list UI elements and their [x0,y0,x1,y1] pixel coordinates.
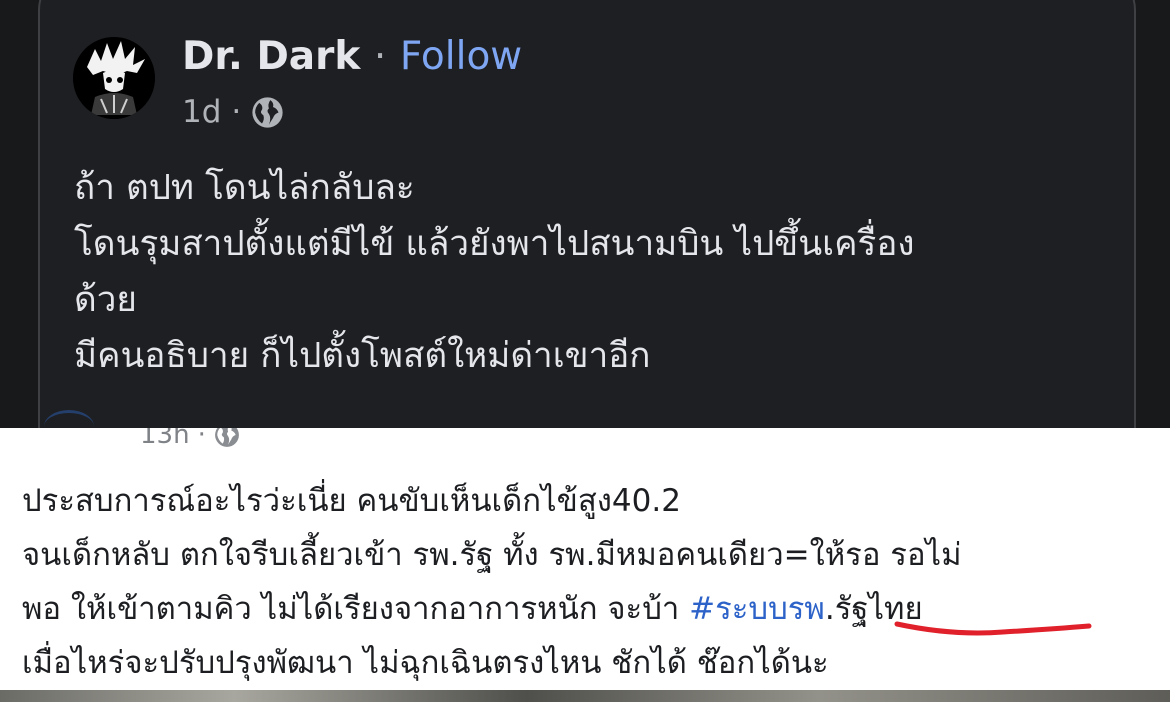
follow-button[interactable]: Follow [400,34,522,79]
post-meta: 1d · [182,92,284,132]
shared-post-screenshot: 13h · ประสบการณ์อะไรว่ะเนี่ย คนขับเห็นเด… [0,428,1170,702]
avatar-character-icon [73,37,155,119]
header-separator: · [373,34,387,79]
post-time[interactable]: 1d [182,92,221,132]
embedded-post-screenshot: Dr. Dark · Follow 1d · ถ้า ตปท โดนไล่กลั… [0,0,1170,428]
shared-line-3: พอ ให้เข้าตามคิว ไม่ได้เรียงจากอาการหนัก… [22,582,962,636]
post-line-2: โดนรุมสาปตั้งแต่มีไข้ แล้วยังพาไปสนามบิน… [74,224,915,264]
globe-icon[interactable] [251,96,284,129]
post-header: Dr. Dark · Follow [182,30,522,84]
shared-meta-separator: · [197,428,206,450]
image-strip-partial [0,690,1170,702]
post-line-4: มีคนอธิบาย ก็ไปตั้งโพสต์ใหม่ด่าเขาอีก [74,336,651,376]
post-body: ถ้า ตปท โดนไล่กลับละ โดนรุมสาปตั้งแต่มีไ… [74,160,914,384]
shared-post-meta: 13h · [140,428,240,450]
meta-separator: · [231,94,242,130]
shared-line-4: เมื่อไหร่จะปรับปรุงพัฒนา ไม่ฉุกเฉินตรงไห… [22,645,829,681]
post-line-3: ด้วย [74,280,137,320]
shared-line-3-text: พอ ให้เข้าตามคิว ไม่ได้เรียงจากอาการหนัก… [22,591,690,627]
hashtag-link[interactable]: #ระบบรพ [689,591,825,627]
post-line-1: ถ้า ตปท โดนไล่กลับละ [74,168,415,208]
shared-line-1: ประสบการณ์อะไรว่ะเนี่ย คนขับเห็นเด็กไข้ส… [22,483,681,519]
shared-post-body: ประสบการณ์อะไรว่ะเนี่ย คนขับเห็นเด็กไข้ส… [22,474,962,690]
author-avatar[interactable] [73,37,155,119]
shared-line-2: จนเด็กหลับ ตกใจรีบเลี้ยวเข้า รพ.รัฐ ทั้ง… [22,537,962,573]
shared-post-time[interactable]: 13h [140,428,190,450]
red-underline-annotation [894,621,1092,636]
author-name[interactable]: Dr. Dark [182,34,360,79]
globe-icon[interactable] [214,428,240,448]
